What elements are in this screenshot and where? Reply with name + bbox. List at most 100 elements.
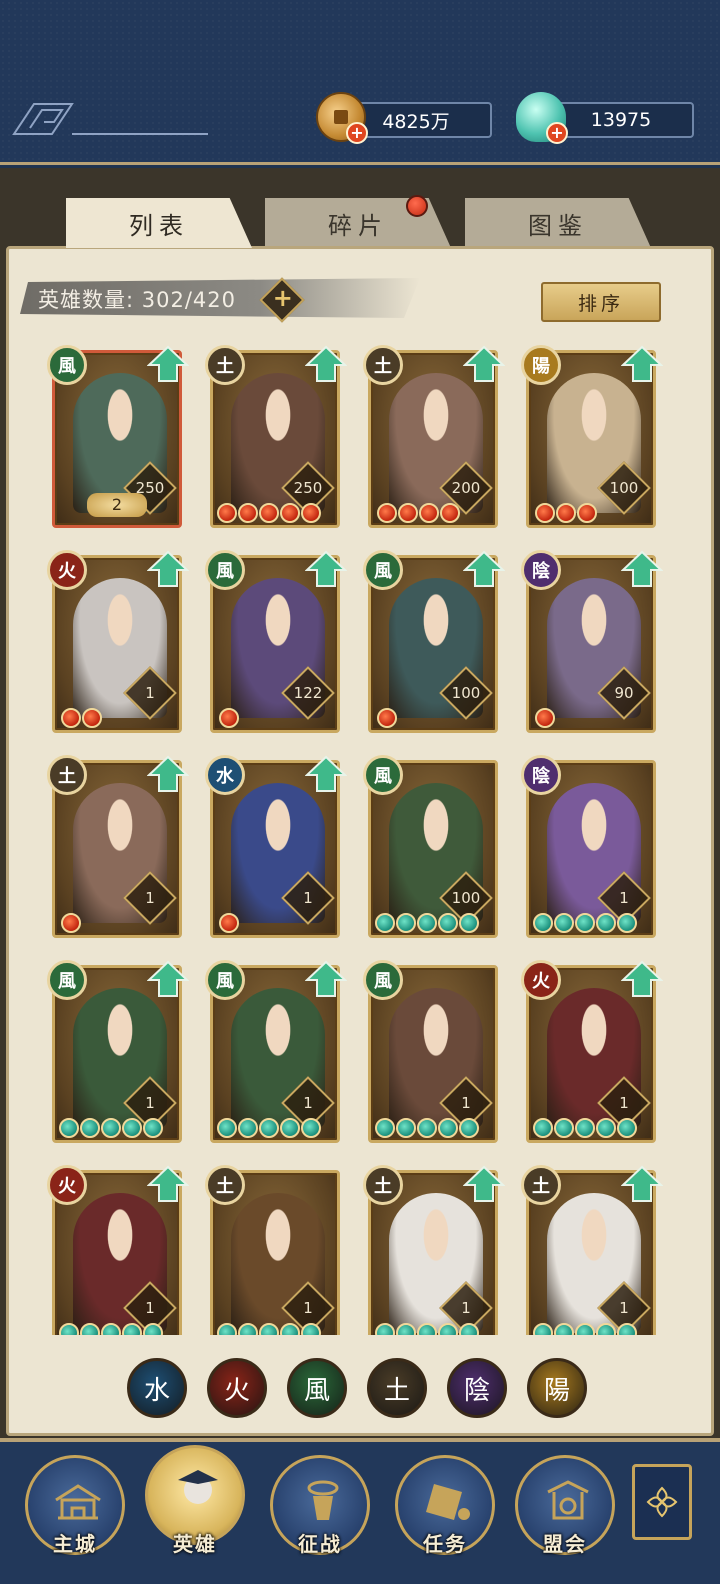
- hero-star-row: [533, 1323, 637, 1335]
- hero-grid: 風 250 2 土 250 土 200 陽 100 火 1 風 122 風 100 陰 90 土 1 水 1 風 100 陰 1…: [0, 340, 720, 1335]
- element-filter-button[interactable]: 風: [287, 1358, 347, 1418]
- jade-star-icon: [375, 913, 395, 933]
- hero-card[interactable]: 陽 100: [521, 345, 663, 528]
- element-badge-icon: 風: [47, 345, 87, 385]
- hero-rank-badge: 2: [87, 493, 147, 517]
- upgrade-arrow-icon: [305, 960, 347, 997]
- hero-card[interactable]: 土 250: [205, 345, 347, 528]
- element-badge-icon: 陽: [521, 345, 561, 385]
- menu-button[interactable]: [632, 1464, 692, 1540]
- element-filter-button[interactable]: 土: [367, 1358, 427, 1418]
- element-badge-icon: 火: [47, 1165, 87, 1205]
- jade-star-icon: [533, 1118, 553, 1138]
- hero-card[interactable]: 風 122: [205, 550, 347, 733]
- jade-star-icon: [217, 1323, 237, 1335]
- upgrade-arrow-icon: [147, 550, 189, 587]
- jade-star-icon: [617, 1118, 637, 1138]
- hero-level-value: 1: [303, 889, 313, 907]
- hero-card[interactable]: 風 250 2: [47, 345, 189, 528]
- jade-star-icon: [80, 1323, 100, 1335]
- element-filter-button[interactable]: 陽: [527, 1358, 587, 1418]
- element-badge-icon: 土: [205, 345, 245, 385]
- red-star-icon: [61, 913, 81, 933]
- hero-level-value: 200: [451, 479, 481, 497]
- upgrade-arrow-icon: [621, 345, 663, 382]
- jade-star-icon: [280, 1118, 300, 1138]
- element-badge-icon: 風: [205, 960, 245, 1000]
- hero-level-value: 1: [145, 1299, 155, 1317]
- red-star-icon: [219, 708, 239, 728]
- hero-card[interactable]: 陰 90: [521, 550, 663, 733]
- red-star-icon: [556, 503, 576, 523]
- element-badge-icon: 土: [363, 345, 403, 385]
- hero-star-row: [59, 1323, 163, 1335]
- upgrade-arrow-icon: [463, 1165, 505, 1202]
- jade-star-icon: [122, 1323, 142, 1335]
- upgrade-arrow-icon: [463, 550, 505, 587]
- red-star-icon: [440, 503, 460, 523]
- nav-label: 英雄: [173, 1532, 217, 1556]
- hero-card[interactable]: 風 100: [363, 755, 498, 938]
- flower-menu-icon: [646, 1486, 678, 1518]
- hero-card[interactable]: 土1: [363, 1165, 505, 1335]
- hero-card[interactable]: 風1: [363, 960, 498, 1143]
- hero-level-value: 250: [293, 479, 323, 497]
- hero-card[interactable]: 水1: [205, 755, 347, 938]
- jade-star-icon: [417, 913, 437, 933]
- jade-star-icon: [80, 1118, 100, 1138]
- hero-card[interactable]: 土 200: [363, 345, 505, 528]
- upgrade-arrow-icon: [147, 960, 189, 997]
- jade-star-icon: [596, 913, 616, 933]
- nav-label: 征战: [298, 1532, 342, 1556]
- hero-level-value: 1: [461, 1299, 471, 1317]
- hero-star-row: [535, 503, 597, 523]
- nav-label: 任务: [423, 1532, 467, 1556]
- element-badge-icon: 陰: [521, 550, 561, 590]
- hero-card[interactable]: 土1: [47, 755, 189, 938]
- war-drum-icon: [307, 1480, 339, 1520]
- add-coins-button[interactable]: +: [346, 122, 368, 144]
- jade-star-icon: [438, 1323, 458, 1335]
- hero-card[interactable]: 土1: [205, 1165, 340, 1335]
- jade-star-icon: [617, 1323, 637, 1335]
- hero-card[interactable]: 土1: [521, 1165, 663, 1335]
- hero-card[interactable]: 風1: [47, 960, 189, 1143]
- hero-card[interactable]: 火1: [47, 550, 189, 733]
- jade-star-icon: [238, 1118, 258, 1138]
- add-gems-button[interactable]: +: [546, 122, 568, 144]
- jade-star-icon: [575, 1118, 595, 1138]
- jade-star-icon: [554, 1323, 574, 1335]
- coin-value: 4825万: [382, 110, 450, 133]
- red-star-icon: [217, 503, 237, 523]
- hero-level-value: 100: [451, 684, 481, 702]
- element-filter-button[interactable]: 火: [207, 1358, 267, 1418]
- hero-card[interactable]: 陰1: [521, 755, 656, 938]
- jade-star-icon: [554, 1118, 574, 1138]
- hero-card[interactable]: 火1: [521, 960, 663, 1143]
- hero-star-row: [217, 1323, 321, 1335]
- red-star-icon: [82, 708, 102, 728]
- red-star-icon: [535, 708, 555, 728]
- jade-star-icon: [459, 1118, 479, 1138]
- gem-counter: 13975: [548, 102, 694, 138]
- tab-codex[interactable]: 图鉴: [465, 198, 651, 248]
- hero-card[interactable]: 風1: [205, 960, 347, 1143]
- element-badge-icon: 風: [205, 550, 245, 590]
- element-filter-button[interactable]: 陰: [447, 1358, 507, 1418]
- jade-star-icon: [533, 913, 553, 933]
- red-star-icon: [219, 913, 239, 933]
- upgrade-arrow-icon: [621, 1165, 663, 1202]
- tab-list[interactable]: 列表: [66, 198, 252, 248]
- hero-level-value: 1: [145, 1094, 155, 1112]
- hero-star-row: [375, 913, 479, 933]
- upgrade-arrow-icon: [621, 960, 663, 997]
- hero-card[interactable]: 火1: [47, 1165, 189, 1335]
- hero-star-row: [217, 503, 321, 523]
- upgrade-arrow-icon: [305, 550, 347, 587]
- hero-level-value: 1: [619, 1299, 629, 1317]
- hero-card[interactable]: 風 100: [363, 550, 505, 733]
- sort-button[interactable]: 排序: [541, 282, 661, 322]
- element-filter-button[interactable]: 水: [127, 1358, 187, 1418]
- element-badge-icon: 火: [521, 960, 561, 1000]
- red-star-icon: [419, 503, 439, 523]
